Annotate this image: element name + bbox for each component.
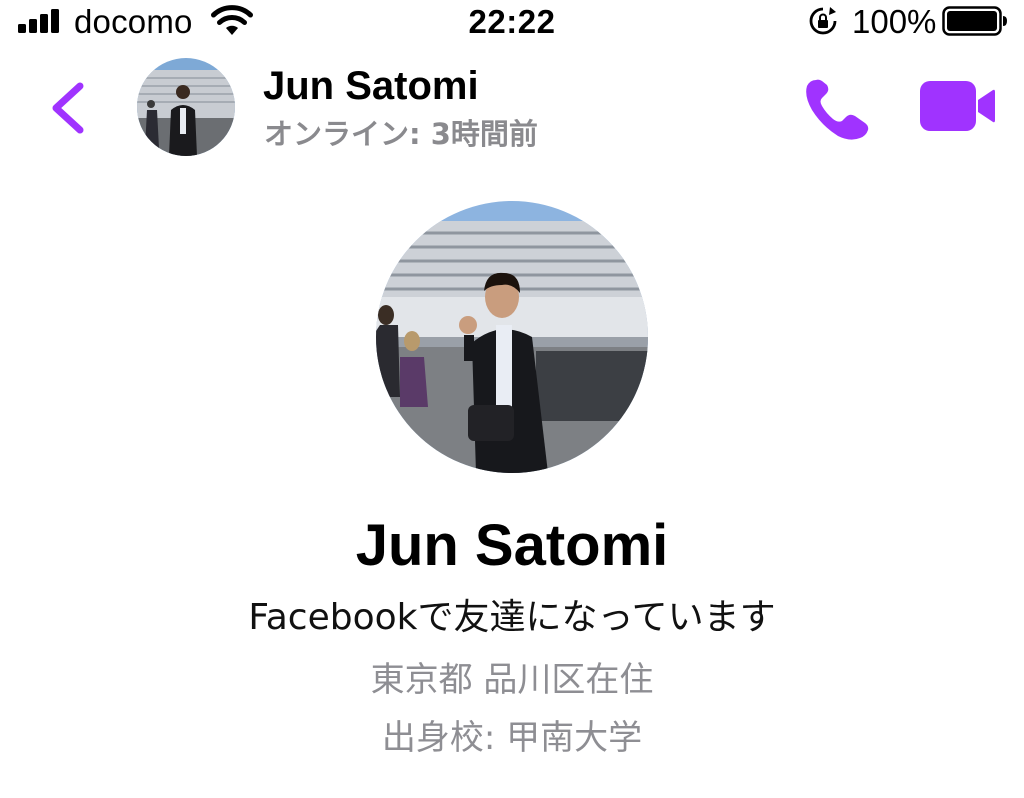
video-camera-icon[interactable] bbox=[918, 78, 996, 134]
friend-status: Facebookで友達になっています bbox=[248, 597, 776, 638]
phone-icon[interactable] bbox=[802, 76, 872, 142]
conversation-header: Jun Satomi オンライン: 3時間前 bbox=[0, 52, 1024, 164]
profile-name: Jun Satomi bbox=[355, 513, 669, 578]
rotation-lock-icon bbox=[809, 7, 837, 35]
chevron-left-icon[interactable] bbox=[44, 80, 92, 136]
profile-avatar[interactable] bbox=[376, 201, 648, 473]
location-text: 東京都 品川区在住 bbox=[370, 660, 654, 700]
header-contact-name: Jun Satomi bbox=[263, 64, 479, 108]
header-avatar[interactable] bbox=[137, 58, 235, 156]
online-status: オンライン: 3時間前 bbox=[264, 117, 538, 151]
status-bar: docomo 22:22 100% bbox=[0, 0, 1024, 44]
battery-percentage: 100% bbox=[852, 3, 937, 40]
battery-full-icon bbox=[942, 6, 1007, 36]
education-text: 出身校: 甲南大学 bbox=[381, 718, 643, 758]
